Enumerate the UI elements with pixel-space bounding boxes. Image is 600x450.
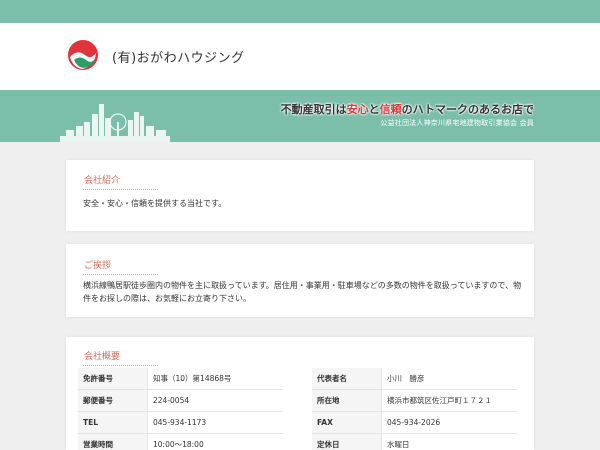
banner-tagline: 不動産取引は安心と信頼のハトマークのあるお店で: [281, 101, 534, 117]
representative-label: 代表者名: [312, 368, 382, 389]
tagline-text-2: と: [368, 103, 380, 116]
table-row: 営業時間 10:00～18:00: [78, 434, 283, 450]
tagline-text-1: 不動産取引は: [280, 103, 347, 116]
business-hours-label: 営業時間: [78, 434, 148, 450]
greeting-section: ご挨拶 横浜線鴨居駅徒歩圏内の物件を主に取扱っています。居住用・事業用・駐車場な…: [66, 244, 534, 317]
overview-table-left: 免許番号 知事（10）第14868号 郵便番号 224-0054 TEL 045…: [78, 368, 283, 450]
table-row: 定休日 水曜日: [312, 434, 517, 450]
table-row: 所在地 横浜市都筑区佐江戸町１７２１: [312, 390, 517, 412]
representative-value: 小川 勝彦: [387, 374, 425, 383]
overview-title: 会社概要: [83, 349, 158, 366]
company-overview-section: 会社概要 免許番号 知事（10）第14868号 郵便番号 224-0054 TE…: [66, 337, 534, 450]
closed-day-label: 定休日: [312, 434, 382, 450]
tagline-highlight-1: 安心: [346, 103, 369, 116]
overview-table-right: 代表者名 小川 勝彦 所在地 横浜市都筑区佐江戸町１７２１ FAX 045-93…: [312, 368, 517, 450]
license-number-value: 知事（10）第14868号: [153, 374, 232, 383]
table-row: FAX 045-934-2026: [312, 412, 517, 434]
tel-value[interactable]: 045-934-1173: [148, 418, 283, 427]
greeting-title: ご挨拶: [83, 258, 158, 275]
postal-code-label: 郵便番号: [78, 390, 148, 411]
city-skyline-illustration: [60, 104, 170, 142]
table-row: 代表者名 小川 勝彦: [312, 368, 517, 390]
intro-title: 会社紹介: [83, 173, 158, 190]
address-label: 所在地: [312, 390, 382, 411]
greeting-text: 横浜線鴨居駅徒歩圏内の物件を主に取扱っています。居住用・事業用・駐車場などの多数…: [83, 281, 522, 303]
company-name[interactable]: (有)おがわハウジング: [112, 47, 245, 66]
closed-day-value: 水曜日: [387, 440, 410, 449]
postal-code-value: 224-0054: [153, 396, 190, 405]
company-intro-section: 会社紹介 安全・安心・信頼を提供する当社です。: [66, 160, 534, 231]
table-row: 免許番号 知事（10）第14868号: [78, 368, 283, 390]
association-membership: 公益社団法人神奈川県宅地建物取引業協会 会員: [380, 119, 534, 127]
license-number-label: 免許番号: [78, 368, 148, 389]
fax-value: 045-934-2026: [387, 418, 441, 427]
top-strip: [0, 0, 600, 23]
tagline-highlight-2: 信頼: [379, 103, 402, 116]
business-hours-value: 10:00～18:00: [153, 440, 204, 449]
tagline-text-3: のハトマークのあるお店で: [401, 103, 534, 116]
company-logo-icon[interactable]: [67, 39, 99, 71]
intro-text: 安全・安心・信頼を提供する当社です。: [83, 199, 227, 208]
table-row: 郵便番号 224-0054: [78, 390, 283, 412]
address-value: 横浜市都筑区佐江戸町１７２１: [387, 396, 492, 405]
site-header: (有)おがわハウジング: [0, 23, 600, 90]
table-row: TEL 045-934-1173: [78, 412, 283, 434]
fax-label: FAX: [312, 412, 382, 433]
tel-label: TEL: [78, 412, 148, 433]
